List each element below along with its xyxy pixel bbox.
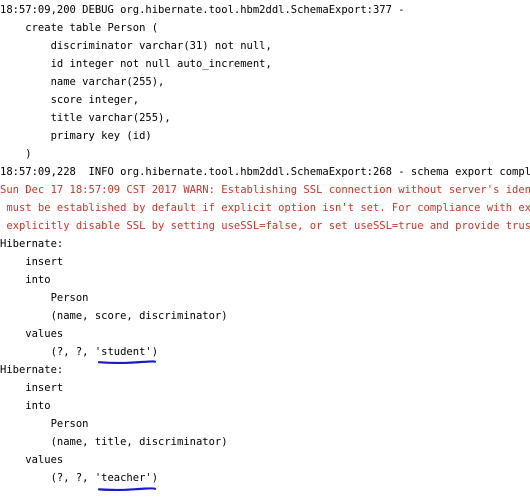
console-line: insert (0, 256, 64, 268)
console-line: insert (0, 382, 64, 394)
console-line: values (0, 328, 64, 340)
console-warning-line: Sun Dec 17 18:57:09 CST 2017 WARN: Estab… (0, 184, 530, 196)
console-warning-line: explicitly disable SSL by setting useSSL… (0, 220, 530, 232)
console-line: Person (0, 292, 89, 304)
console-line: (?, ?, 'teacher') (0, 472, 159, 484)
console-line: Hibernate: (0, 238, 64, 250)
console-line: values (0, 454, 64, 466)
console-output[interactable]: 18:57:09,200 DEBUG org.hibernate.tool.hb… (0, 0, 530, 501)
console-line: discriminator varchar(31) not null, (0, 40, 272, 52)
console-line: name varchar(255), (0, 76, 165, 88)
console-line: ) (0, 148, 32, 160)
console-line: (name, score, discriminator) (0, 310, 228, 322)
console-line: Person (0, 418, 89, 430)
console-line: (?, ?, 'student') (0, 346, 159, 358)
console-line: into (0, 400, 51, 412)
console-line: id integer not null auto_increment, (0, 58, 272, 70)
console-line: create table Person ( (0, 22, 159, 34)
console-line: 18:57:09,228 INFO org.hibernate.tool.hbm… (0, 166, 530, 178)
console-line: 18:57:09,200 DEBUG org.hibernate.tool.hb… (0, 4, 405, 16)
console-line: (name, title, discriminator) (0, 436, 228, 448)
underline-annotation-teacher (98, 487, 156, 491)
console-line: Hibernate: (0, 364, 64, 376)
console-warning-line: must be established by default if explic… (0, 202, 530, 214)
console-line: primary key (id) (0, 130, 152, 142)
console-line: into (0, 274, 51, 286)
console-line: score integer, (0, 94, 140, 106)
console-line: title varchar(255), (0, 112, 171, 124)
